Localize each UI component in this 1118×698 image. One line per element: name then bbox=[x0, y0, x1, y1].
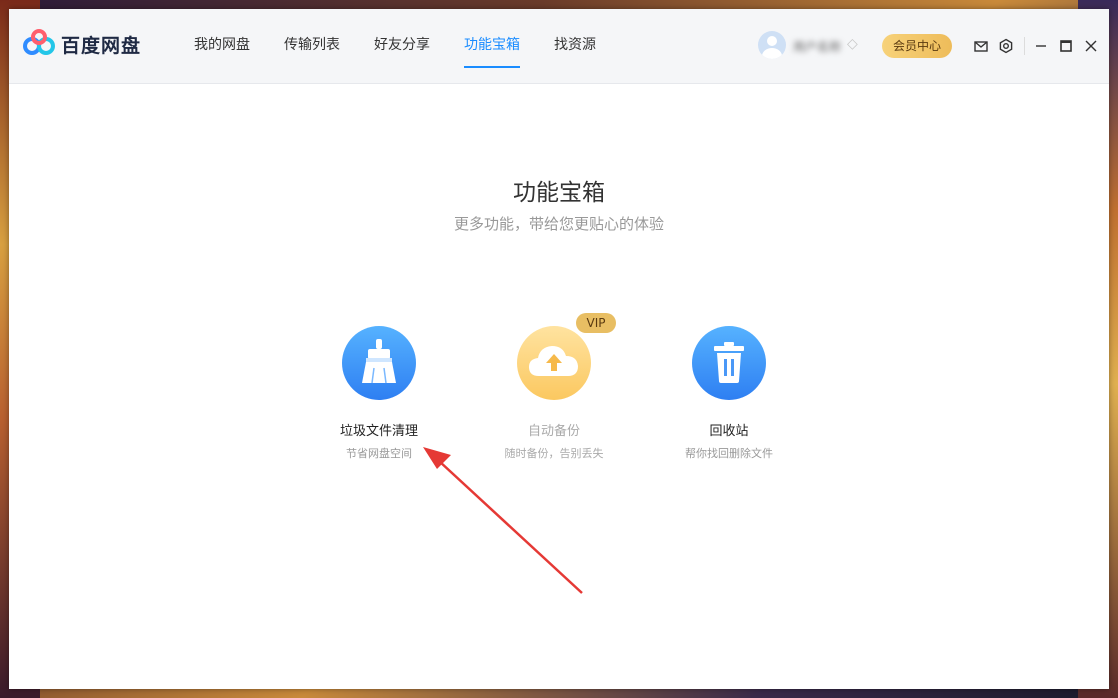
tool-recycle-bin[interactable]: 回收站 帮你找回删除文件 bbox=[649, 326, 809, 461]
trash-icon bbox=[714, 342, 744, 383]
vip-badge: VIP bbox=[576, 313, 616, 333]
tab-transfer-list[interactable]: 传输列表 bbox=[267, 9, 357, 83]
tab-find-resources[interactable]: 找资源 bbox=[537, 9, 613, 83]
minimize-icon[interactable] bbox=[1033, 38, 1049, 54]
tool-name: 回收站 bbox=[709, 424, 749, 439]
page-subtitle: 更多功能，带给您更贴心的体验 bbox=[453, 215, 664, 233]
broom-icon bbox=[362, 339, 396, 384]
vip-diamond-icon: ◇ bbox=[847, 36, 858, 52]
maximize-icon[interactable] bbox=[1058, 38, 1074, 54]
tool-desc: 帮你找回删除文件 bbox=[685, 447, 773, 460]
recycle-bin-circle bbox=[692, 326, 766, 400]
close-icon[interactable] bbox=[1083, 38, 1099, 54]
page-title: 功能宝箱 bbox=[513, 180, 605, 206]
tab-friend-share[interactable]: 好友分享 bbox=[357, 9, 447, 83]
toolbar-separator bbox=[1024, 37, 1025, 55]
auto-backup-circle bbox=[517, 326, 591, 400]
username-label[interactable]: 用户名称 bbox=[793, 38, 841, 55]
mail-icon[interactable] bbox=[973, 38, 989, 54]
user-avatar[interactable] bbox=[758, 31, 786, 59]
annotation-arrow-icon bbox=[423, 447, 583, 594]
cloud-upload-icon bbox=[529, 346, 578, 376]
tab-my-netdisk[interactable]: 我的网盘 bbox=[177, 9, 267, 83]
title-bar: 百度网盘 我的网盘 传输列表 好友分享 功能宝箱 找资源 用户名称 ◇ 会员中心 bbox=[9, 9, 1109, 84]
vip-center-button[interactable]: 会员中心 bbox=[882, 34, 952, 58]
app-window: 百度网盘 我的网盘 传输列表 好友分享 功能宝箱 找资源 用户名称 ◇ 会员中心 bbox=[9, 9, 1109, 689]
main-nav: 我的网盘 传输列表 好友分享 功能宝箱 找资源 bbox=[177, 9, 613, 83]
baidu-netdisk-logo-icon bbox=[23, 29, 55, 55]
settings-gear-icon[interactable] bbox=[998, 38, 1014, 54]
app-brand-name: 百度网盘 bbox=[61, 35, 142, 57]
tab-toolbox[interactable]: 功能宝箱 bbox=[447, 9, 537, 83]
junk-cleanup-circle bbox=[342, 326, 416, 400]
